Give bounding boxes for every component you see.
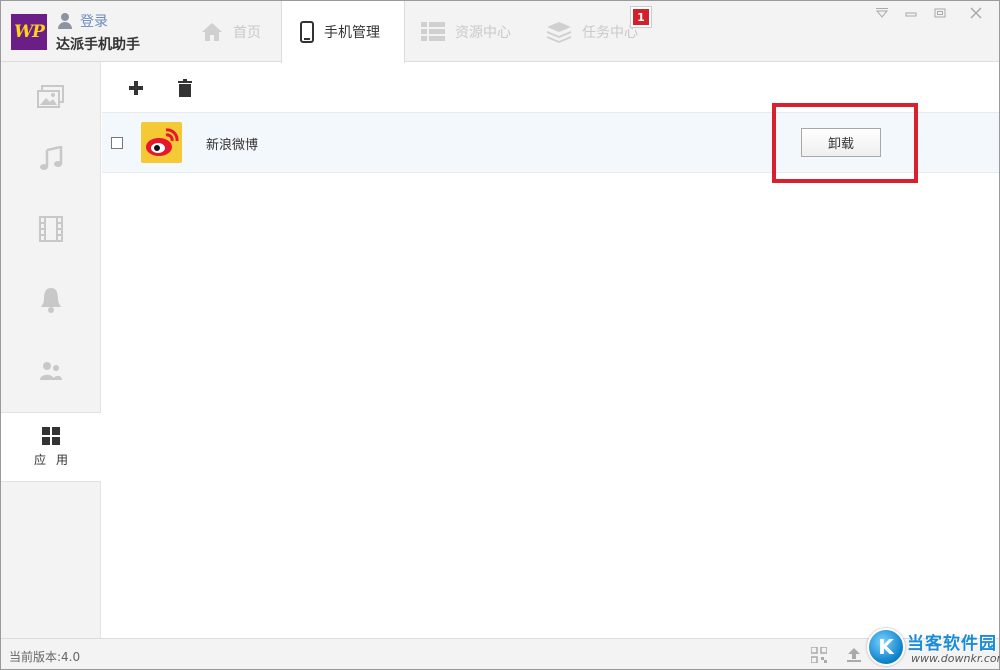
close-icon [970,7,982,19]
top-bar: WP 登录 达派手机助手 首页 手机管理 资源中心 任务中心 1 [1,1,999,63]
grid-list-icon [421,21,445,41]
minimize-button[interactable] [901,4,921,22]
version-label: 当前版本:4.0 [9,650,81,664]
sidebar-item-photos[interactable] [1,62,101,132]
phone-icon [300,21,314,43]
tab-tasks-label: 任务中心 [582,24,638,41]
highlight-annotation-box [772,103,918,183]
tab-home[interactable]: 首页 [201,1,281,62]
dropdown-menu-button[interactable] [873,4,891,22]
user-icon [56,12,74,30]
task-count-badge: 1 [631,7,651,27]
tab-phone-label: 手机管理 [324,25,380,41]
login-link[interactable]: 登录 [56,11,108,31]
weibo-icon [145,127,179,156]
close-button[interactable] [956,4,996,22]
sidebar-item-ringtones[interactable] [1,265,101,335]
app-row-icon [141,122,182,163]
layers-icon [547,21,571,43]
watermark-url: www.downkr.com [911,652,1000,665]
site-watermark: K 当客软件园 www.downkr.com [863,627,1000,669]
login-label: 登录 [80,14,108,30]
maximize-button[interactable] [930,4,950,22]
share-button[interactable] [846,647,862,663]
sidebar: 应用 [1,62,101,638]
app-logo: WP [11,14,47,50]
sidebar-apps-label: 应用 [33,452,78,467]
tab-resources-label: 资源中心 [455,24,511,41]
plus-icon [129,81,143,95]
tab-home-label: 首页 [233,24,261,41]
qr-code-icon [810,646,828,664]
bell-icon [41,288,61,313]
upload-icon [847,648,861,662]
minimize-icon [905,12,917,17]
tab-resources[interactable]: 资源中心 [421,1,531,62]
photo-icon [37,85,64,108]
triangle-down-icon [875,8,889,18]
app-name-label: 新浪微博 [206,138,259,153]
maximize-icon [934,8,946,18]
apps-grid-icon [42,426,60,445]
watermark-title: 当客软件园 [907,634,997,654]
sidebar-item-contacts[interactable] [1,336,101,406]
qr-code-button[interactable] [810,646,828,664]
add-app-button[interactable] [125,77,147,99]
app-window: WP 登录 达派手机助手 首页 手机管理 资源中心 任务中心 1 应用 新浪微博… [0,0,1000,670]
app-row-checkbox[interactable] [111,137,123,149]
trash-icon [178,79,192,97]
sidebar-item-music[interactable] [1,124,101,194]
watermark-logo: K [867,628,905,666]
music-icon [40,146,63,170]
delete-app-button[interactable] [174,77,196,99]
tab-phone-manage[interactable]: 手机管理 [281,1,405,63]
contacts-icon [40,362,62,380]
video-icon [39,216,63,242]
status-bar: 当前版本:4.0 [1,638,999,669]
sidebar-item-videos[interactable] [1,194,101,264]
app-name: 达派手机助手 [56,37,140,53]
sidebar-item-apps[interactable]: 应用 [1,412,101,482]
home-icon [202,22,222,41]
